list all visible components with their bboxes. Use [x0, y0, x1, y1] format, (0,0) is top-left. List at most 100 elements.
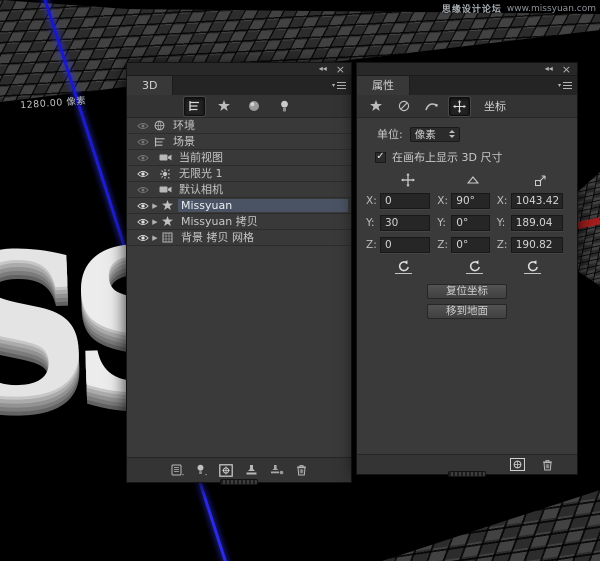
show-3d-size-row: ✓ 在画布上显示 3D 尺寸: [375, 149, 569, 165]
position-y-input[interactable]: 30: [380, 215, 430, 231]
environment-icon: [152, 120, 167, 131]
checkbox-checked[interactable]: ✓: [375, 152, 386, 163]
visibility-eye-icon[interactable]: [136, 138, 150, 146]
close-panel-icon[interactable]: ×: [562, 64, 571, 75]
layer-label: 当前视图: [176, 151, 348, 164]
photoshop-3d-workspace: SS 1280.00 像素 思缘设计论坛 www.missyuan.com ◂◂…: [0, 0, 600, 561]
stamp-icon[interactable]: [245, 464, 258, 476]
panel-menu-icon[interactable]: ▾: [332, 82, 346, 89]
new-mesh-icon[interactable]: [171, 464, 184, 476]
layer-label: 默认相机: [176, 183, 348, 196]
watermark-url: www.missyuan.com: [507, 4, 596, 14]
delete-icon[interactable]: [296, 464, 307, 476]
layer-row-background-copy-mesh[interactable]: ▶ 背景 拷贝 网格: [127, 230, 351, 246]
scale-z-input[interactable]: 190.82: [511, 237, 563, 253]
rotation-z-field: Z: 0°: [436, 237, 495, 253]
panel-resize-grip[interactable]: [448, 471, 486, 477]
visibility-eye-icon[interactable]: [136, 186, 150, 194]
visibility-eye-icon[interactable]: [136, 234, 150, 242]
scene-filter-icon[interactable]: [184, 97, 205, 116]
checkbox-label: 在画布上显示 3D 尺寸: [392, 149, 502, 165]
scale-x-input[interactable]: 1043.42: [511, 193, 563, 209]
layer-row-default-camera[interactable]: 默认相机: [127, 182, 351, 198]
lights-filter-icon[interactable]: [274, 97, 295, 116]
expand-triangle-icon[interactable]: ▶: [150, 234, 160, 242]
ground-grid-bottom-right: [368, 478, 600, 561]
properties-titlebar: ◂◂ ×: [357, 63, 577, 76]
rotate-icon: [450, 171, 495, 189]
unit-label: 单位:: [377, 126, 403, 142]
layer-row-scene[interactable]: 场景: [127, 134, 351, 150]
scale-y-field: Y: 189.04: [496, 215, 569, 231]
rotation-y-input[interactable]: 0°: [451, 215, 489, 231]
mesh-star-icon: [160, 200, 175, 211]
mesh-icon[interactable]: [365, 97, 386, 116]
position-z-input[interactable]: 0: [380, 237, 430, 253]
position-x-input[interactable]: 0: [380, 193, 430, 209]
unit-dropdown[interactable]: 像素: [410, 127, 460, 142]
scale-z-field: Z: 190.82: [496, 237, 569, 253]
position-column: X: 0 Y: 30 Z: 0: [365, 171, 436, 274]
visibility-eye-icon[interactable]: [136, 154, 150, 162]
collapse-panel-icon[interactable]: ◂◂: [545, 65, 553, 73]
move-icon: [379, 171, 436, 189]
3d-filter-bar: [127, 95, 351, 118]
layer-row-current-view[interactable]: 当前视图: [127, 150, 351, 166]
layer-label: Missyuan 拷贝: [178, 215, 348, 228]
visibility-eye-icon[interactable]: [136, 202, 150, 210]
collapse-panel-icon[interactable]: ◂◂: [319, 65, 327, 73]
new-light-icon[interactable]: [196, 464, 207, 476]
infinite-light-icon: [158, 169, 173, 179]
reset-position-icon[interactable]: [395, 260, 412, 274]
add-constraint-icon[interactable]: [219, 464, 233, 477]
properties-panel: ◂◂ × 属性 ▾ 坐标 单位: 像素: [356, 62, 578, 475]
camera-icon: [158, 185, 173, 194]
coordinates-icon[interactable]: [449, 97, 470, 116]
tab-properties[interactable]: 属性: [357, 76, 410, 95]
rotation-column: X: 90° Y: 0° Z: 0°: [436, 171, 495, 274]
panel-menu-icon[interactable]: ▾: [558, 82, 572, 89]
properties-tabbar: 属性 ▾: [357, 76, 577, 95]
delete-icon[interactable]: [542, 459, 553, 471]
rotation-x-input[interactable]: 90°: [451, 193, 489, 209]
visibility-eye-icon[interactable]: [136, 218, 150, 226]
cap-icon[interactable]: [421, 97, 442, 116]
expand-triangle-icon[interactable]: ▶: [150, 202, 160, 210]
3d-panel-titlebar: ◂◂ ×: [127, 63, 351, 76]
stamp-dot-icon[interactable]: [270, 464, 284, 476]
layer-label: 无限光 1: [176, 167, 348, 180]
letter-s-1: S: [0, 209, 73, 443]
layer-label: 背景 拷贝 网格: [178, 231, 348, 244]
filter-box-icon[interactable]: [510, 458, 525, 471]
scene-tree-icon: [152, 137, 167, 147]
reset-coordinates-button[interactable]: 复位坐标: [427, 284, 507, 299]
materials-filter-icon[interactable]: [244, 97, 265, 116]
mesh-star-icon: [160, 216, 175, 227]
close-panel-icon[interactable]: ×: [336, 64, 345, 75]
layer-label: 环境: [170, 119, 348, 132]
3d-panel: ◂◂ × 3D ▾: [126, 62, 352, 483]
scale-column: X: 1043.42 Y: 189.04 Z: 190.82: [496, 171, 569, 274]
visibility-eye-icon[interactable]: [136, 170, 150, 178]
move-to-ground-button[interactable]: 移到地面: [427, 304, 507, 319]
mesh-grid-icon: [160, 232, 175, 243]
meshes-filter-icon[interactable]: [214, 97, 235, 116]
tab-3d[interactable]: 3D: [127, 76, 173, 95]
layer-label: Missyuan: [178, 199, 348, 212]
layer-row-missyuan[interactable]: ▶ Missyuan: [127, 198, 351, 214]
layer-row-missyuan-copy[interactable]: ▶ Missyuan 拷贝: [127, 214, 351, 230]
layer-row-infinite-light[interactable]: 无限光 1: [127, 166, 351, 182]
reset-scale-icon[interactable]: [524, 260, 541, 274]
rotation-z-input[interactable]: 0°: [451, 237, 489, 253]
layer-row-environment[interactable]: 环境: [127, 118, 351, 134]
watermark-site-name: 思缘设计论坛: [442, 2, 502, 15]
panel-resize-grip[interactable]: [220, 479, 258, 485]
scale-y-input[interactable]: 189.04: [511, 215, 563, 231]
properties-header-icons: 坐标: [357, 95, 577, 118]
visibility-eye-icon[interactable]: [136, 122, 150, 130]
rotation-x-field: X: 90°: [436, 193, 495, 209]
expand-triangle-icon[interactable]: ▶: [150, 218, 160, 226]
deform-icon[interactable]: [393, 97, 414, 116]
watermark: 思缘设计论坛 www.missyuan.com: [442, 2, 596, 15]
reset-rotation-icon[interactable]: [466, 260, 483, 274]
